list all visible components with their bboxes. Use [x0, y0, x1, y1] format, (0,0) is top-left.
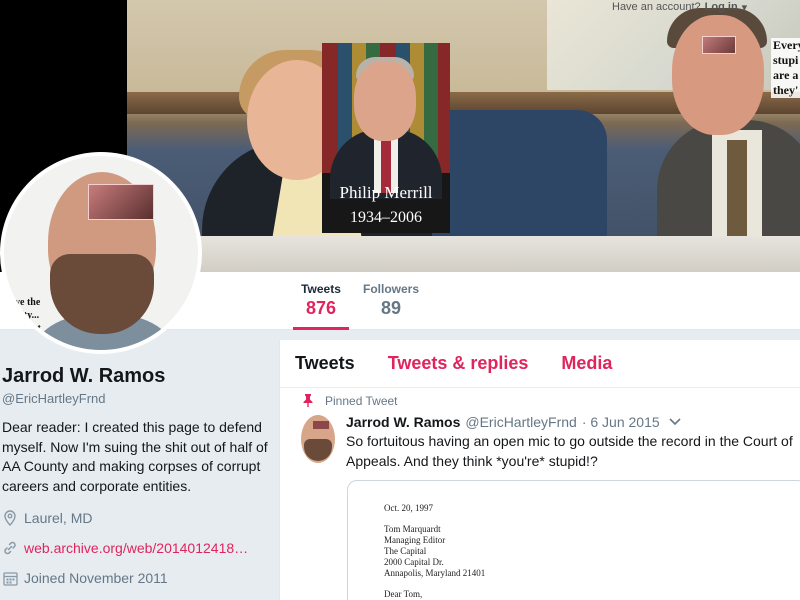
stat-label: Followers: [363, 282, 420, 296]
profile-website[interactable]: web.archive.org/web/2014012418…: [0, 538, 275, 558]
profile-joined: Joined November 2011: [0, 568, 275, 588]
overlay-patch: [702, 36, 736, 54]
login-link[interactable]: Log in: [705, 1, 738, 13]
stat-value: 89: [380, 298, 402, 318]
link-icon: [2, 540, 18, 556]
quote-fragment: Every stupi are a they': [771, 38, 800, 98]
tab-media[interactable]: Media: [561, 353, 612, 374]
timeline: Tweets Tweets & replies Media Pinned Twe…: [279, 340, 800, 600]
overlay-patch: [88, 184, 154, 220]
pinned-tweet[interactable]: Pinned Tweet: [280, 388, 800, 600]
profile-card: Jarrod W. Ramos @EricHartleyFrnd Dear re…: [0, 360, 275, 588]
pinned-label: Pinned Tweet: [303, 394, 398, 408]
profile-name[interactable]: Jarrod W. Ramos: [0, 365, 275, 388]
stat-tweets[interactable]: Tweets 876: [293, 282, 349, 330]
memorial-inset: Philip Merrill 1934–2006: [322, 43, 450, 233]
header-photo: [127, 0, 800, 272]
stat-label: Tweets: [301, 282, 341, 296]
avatar[interactable]: ave the unity... ' Court: [0, 152, 202, 354]
stat-value: 876: [305, 298, 337, 318]
tab-tweets-replies[interactable]: Tweets & replies: [388, 353, 529, 374]
stat-followers[interactable]: Followers 89: [363, 282, 419, 319]
profile-location: Laurel, MD: [0, 508, 275, 528]
chevron-down-icon[interactable]: ▾: [742, 1, 748, 14]
profile-bio: Dear reader: I created this page to defe…: [2, 419, 268, 494]
pin-icon: [303, 394, 313, 410]
profile-handle[interactable]: @EricHartleyFrnd: [0, 391, 275, 406]
calendar-icon: [2, 570, 18, 586]
account-prompt: Have an account?: [612, 1, 701, 13]
profile-page: Philip Merrill 1934–2006 Every stupi are…: [0, 0, 800, 600]
avatar-overlay-text: ave the unity... ' Court: [10, 297, 41, 334]
timeline-tabs: Tweets Tweets & replies Media: [280, 340, 800, 388]
inset-name: Philip Merrill: [339, 183, 433, 202]
map-pin-icon: [2, 510, 18, 526]
inset-years: 1934–2006: [350, 209, 422, 226]
tab-tweets[interactable]: Tweets: [295, 353, 355, 374]
topbar: Have an account? Log in ▾: [612, 0, 747, 14]
